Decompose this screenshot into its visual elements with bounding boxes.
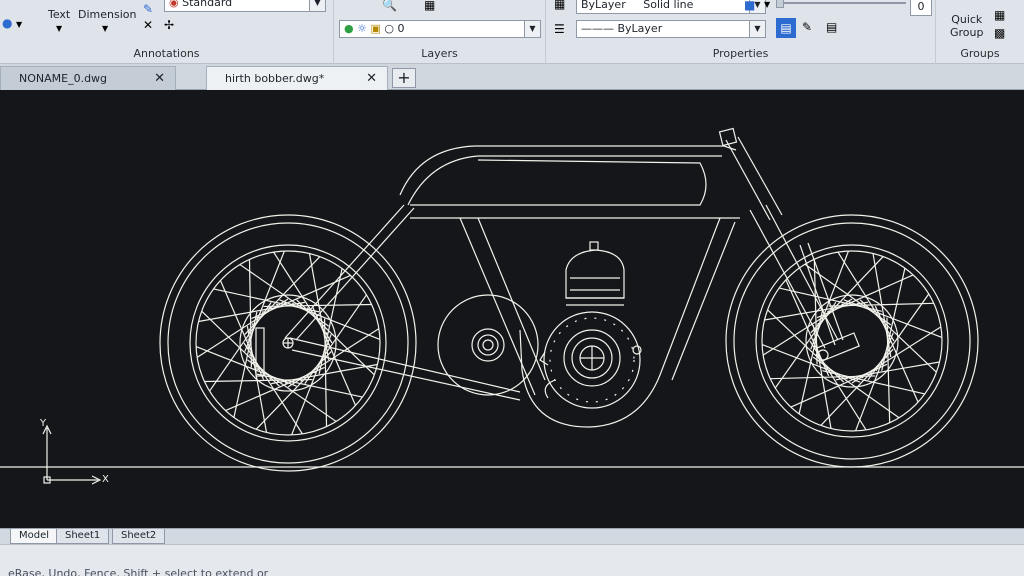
frame [284,145,740,428]
text-style-value: Standard [182,0,233,9]
tab-sheet2[interactable]: Sheet2 [112,529,166,544]
add-leader-icon[interactable]: ✢ [164,18,174,32]
layers-panel: 🔍 ▦ ● ☼ ▣ ○ 0 ▼ Layers [334,0,546,64]
tab-label: hirth bobber.dwg* [225,72,325,85]
groups-panel: Quick Group ▦ ▩ Groups [936,0,1024,64]
close-icon[interactable]: ✕ [366,67,377,91]
chevron-down-icon[interactable]: ▼ [309,0,325,11]
lineweight-line-icon: ——— [581,22,614,35]
layer-properties-icon[interactable]: 🔍 [382,0,397,12]
properties-panel-title: Properties [712,47,769,60]
annotations-panel-title: Annotations [133,47,200,60]
ucs-icon [42,424,102,485]
text-button-label: Text [48,8,71,21]
document-icon[interactable]: ▤ [826,20,837,34]
quick-group-label-1: Quick [951,13,983,26]
layers-panel-title: Layers [421,47,458,60]
pencil-icon[interactable]: ✎ [802,20,812,34]
drawing-canvas[interactable]: Y X [0,90,1024,528]
dimension-button-label: Dimension [78,8,137,21]
text-button[interactable]: Text [48,8,70,21]
freeze-icon: ☼ [357,22,367,35]
spoke [239,264,329,327]
transparency-slider-handle[interactable] [776,0,784,8]
motorcycle-drawing [0,127,1024,485]
spoke [296,299,375,376]
drive-pulley [437,294,539,396]
layout-tab-label: Sheet2 [121,530,157,541]
transparency-value: 0 [917,0,925,13]
chevron-down-icon[interactable]: ▼ [16,18,22,32]
dimension-button[interactable]: Dimension [78,8,136,21]
layer-combo[interactable]: ● ☼ ▣ ○ 0 ▼ [339,20,541,38]
chevron-down-icon[interactable]: ▼ [764,0,770,12]
leader-icon[interactable]: ✕ [143,18,153,32]
list-icon[interactable]: ▤ [776,18,796,38]
ribbon: ● ▼ Text ▼ Dimension ▼ ✎ ◉ Standard ▼ ✕ … [0,0,1024,64]
dimension-dropdown-icon[interactable]: ▼ [102,22,108,36]
layout-tab-label: Model [19,530,50,541]
style-icon: ◉ [169,0,179,9]
color-linetype-combo[interactable]: ByLayer Solid line ▼ [576,0,766,14]
text-style-combo[interactable]: ◉ Standard ▼ [164,0,326,12]
layout-tab-label: Sheet1 [65,530,101,541]
group-manager-icon[interactable]: ▦ [994,8,1005,22]
ucs-y-label: Y [40,418,47,429]
tab-sheet1[interactable]: Sheet1 [56,529,110,544]
transparency-slider-track[interactable] [776,2,906,4]
rear-wheel [159,214,417,472]
layer-states-icon[interactable]: ▦ [424,0,435,12]
edit-style-icon[interactable]: ✎ [143,2,153,16]
command-line[interactable]: eRase, Undo, Fence, Shift + select to ex… [0,544,1024,576]
group-edit-icon[interactable]: ▩ [994,26,1005,40]
command-prompt-text: eRase, Undo, Fence, Shift + select to ex… [8,567,269,576]
tab-hirth-bobber[interactable]: hirth bobber.dwg* ✕ [206,66,388,90]
engine [539,241,642,409]
text-dropdown-icon[interactable]: ▼ [56,22,62,36]
front-wheel [725,214,979,468]
layer-on-icon: ● [344,22,354,35]
new-tab-plus-icon[interactable]: + [392,68,416,88]
tab-label: NONAME_0.dwg [19,72,108,85]
tab-noname-0[interactable]: NONAME_0.dwg ✕ [0,66,176,90]
annotations-panel: ● ▼ Text ▼ Dimension ▼ ✎ ◉ Standard ▼ ✕ … [0,0,334,64]
tab-model[interactable]: Model [10,529,59,544]
chevron-down-icon[interactable]: ▼ [524,21,540,37]
layout-tab-bar: Model Sheet1 Sheet2 [0,528,1024,544]
paint-palette-icon[interactable]: ● [2,16,12,30]
transparency-value-field[interactable]: 0 [910,0,932,16]
layer-value: 0 [397,22,405,35]
front-fork [718,127,860,362]
color-icon: ▦ [554,0,566,11]
groups-panel-title: Groups [960,47,1000,60]
color-value: ByLayer [581,0,626,11]
properties-panel: ▦ ByLayer Solid line ▼ ■ ▼ 0 ☰ ——— ByLay… [546,0,936,64]
lock-icon: ▣ [370,22,381,35]
lineweight-icon: ☰ [554,22,565,36]
lineweight-combo[interactable]: ——— ByLayer ▼ [576,20,766,38]
document-tab-bar: NONAME_0.dwg ✕ hirth bobber.dwg* ✕ + [0,64,1024,90]
cad-app-window: ● ▼ Text ▼ Dimension ▼ ✎ ◉ Standard ▼ ✕ … [0,0,1024,576]
quick-group-label-2: Group [950,26,984,39]
quick-group-button[interactable]: Quick Group [950,13,984,39]
spoke [244,256,321,335]
layer-color-icon: ○ [384,22,394,35]
match-properties-icon[interactable]: ■ [744,0,755,12]
linetype-value: Solid line [643,0,694,11]
close-icon[interactable]: ✕ [154,67,165,91]
chevron-down-icon[interactable]: ▼ [749,21,765,37]
spoke [201,310,280,387]
lineweight-value: ByLayer [617,22,663,35]
front-spokes [761,250,943,432]
spoke [854,332,894,432]
ucs-x-label: X [102,474,109,485]
